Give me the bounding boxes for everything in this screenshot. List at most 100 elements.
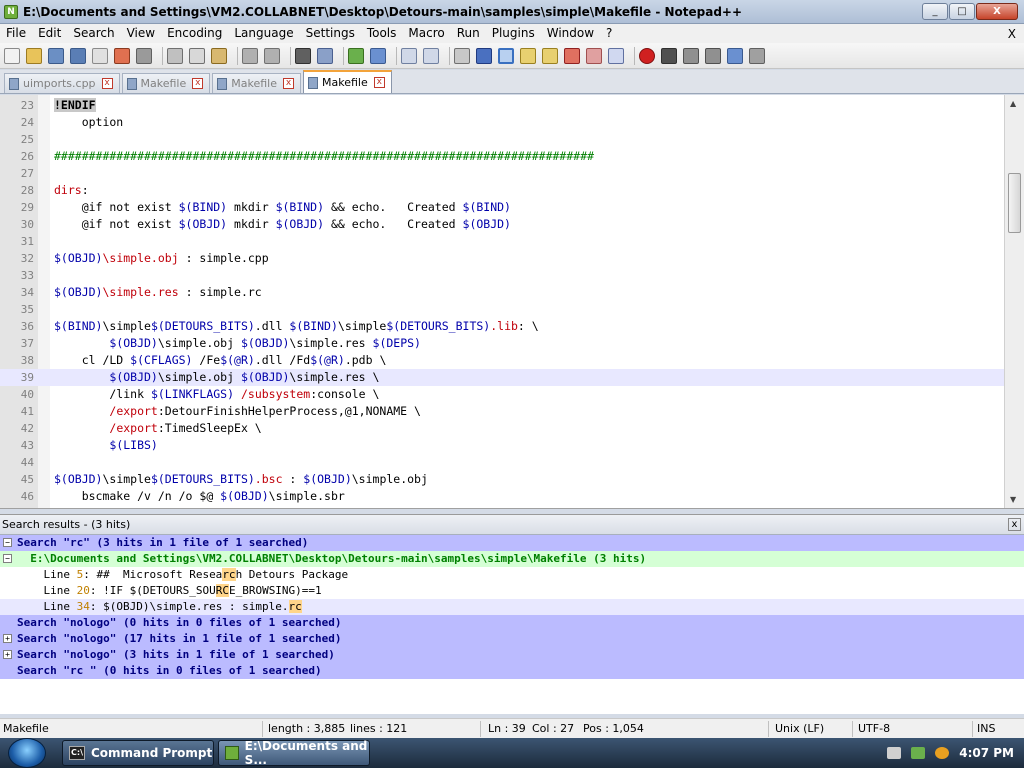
code-line[interactable]: 43 $(LIBS): [0, 437, 1004, 454]
collapse-icon[interactable]: −: [3, 538, 12, 547]
code-line[interactable]: 29 @if not exist $(BIND) mkdir $(BIND) &…: [0, 199, 1004, 216]
word-wrap-icon[interactable]: [454, 47, 470, 64]
clock[interactable]: 4:07 PM: [959, 746, 1014, 760]
menu-tools[interactable]: Tools: [361, 24, 403, 43]
paste-icon[interactable]: [211, 47, 227, 64]
tab-makefile-2[interactable]: Makefile x: [212, 73, 301, 93]
expand-icon[interactable]: +: [3, 650, 12, 659]
code-line[interactable]: 26 ######################################…: [0, 148, 1004, 165]
code-line[interactable]: 37 $(OBJD)\simple.obj $(OBJD)\simple.res…: [0, 335, 1004, 352]
vertical-scrollbar[interactable]: ▲ ▼: [1004, 95, 1024, 508]
code-line[interactable]: 30 @if not exist $(OBJD) mkdir $(OBJD) &…: [0, 216, 1004, 233]
code-line[interactable]: 31: [0, 233, 1004, 250]
code-line[interactable]: 24 option: [0, 114, 1004, 131]
sync-scroll-v-icon[interactable]: [401, 47, 417, 64]
code-line[interactable]: 41 /export:DetourFinishHelperProcess,@1,…: [0, 403, 1004, 420]
replace-icon[interactable]: [317, 47, 333, 64]
doc-map-icon[interactable]: [542, 47, 558, 64]
taskbar-command-prompt[interactable]: C:\ Command Prompt: [62, 740, 214, 766]
scroll-down-icon[interactable]: ▼: [1010, 495, 1016, 504]
code-editor[interactable]: 23 !ENDIF 24 option 25 26 ###################…: [0, 95, 1024, 509]
close-button[interactable]: X: [976, 3, 1018, 20]
zoom-in-icon[interactable]: [348, 47, 364, 64]
network-icon[interactable]: [911, 747, 926, 759]
close-file-icon[interactable]: [92, 47, 108, 64]
redo-icon[interactable]: [264, 47, 280, 64]
more-tools-icon[interactable]: [749, 47, 765, 64]
maximize-button[interactable]: □: [949, 3, 975, 20]
indent-guide-icon[interactable]: [498, 47, 514, 64]
monitoring-icon[interactable]: [608, 47, 624, 64]
folder-workspace-icon[interactable]: [586, 47, 602, 64]
function-list-icon[interactable]: [564, 47, 580, 64]
keyboard-icon[interactable]: [887, 747, 902, 759]
menu-file[interactable]: File: [0, 24, 32, 43]
code-line[interactable]: 46 bscmake /v /n /o $@ $(OBJD)\simple.sb…: [0, 488, 1004, 505]
collapse-icon[interactable]: −: [3, 554, 12, 563]
search-header-row[interactable]: Search "rc " (0 hits in 0 files of 1 sea…: [0, 663, 1024, 679]
code-line[interactable]: 36 $(BIND)\simple$(DETOURS_BITS).dll $(BI…: [0, 318, 1004, 335]
new-file-icon[interactable]: [4, 47, 20, 64]
close-document-button[interactable]: X: [1008, 27, 1016, 41]
tab-makefile-active[interactable]: Makefile x: [303, 70, 392, 93]
close-all-icon[interactable]: [114, 47, 130, 64]
save-macro-icon[interactable]: [727, 47, 743, 64]
search-hit-row[interactable]: Line 20: !IF $(DETOURS_SOURCE_BROWSING)=…: [0, 583, 1024, 599]
show-all-chars-icon[interactable]: [476, 47, 492, 64]
search-icon[interactable]: [935, 747, 950, 759]
close-tab-icon[interactable]: x: [101, 78, 113, 89]
run-macro-multiple-icon[interactable]: [705, 47, 721, 64]
search-header-row[interactable]: − Search "rc" (3 hits in 1 file of 1 sear…: [0, 535, 1024, 551]
tab-makefile-1[interactable]: Makefile x: [121, 73, 211, 93]
menu-view[interactable]: View: [121, 24, 161, 43]
code-line[interactable]: 25: [0, 131, 1004, 148]
code-line[interactable]: 42 /export:TimedSleepEx \: [0, 420, 1004, 437]
code-line[interactable]: 39 $(OBJD)\simple.obj $(OBJD)\simple.res…: [0, 369, 1004, 386]
start-button[interactable]: [8, 738, 46, 768]
menu-macro[interactable]: Macro: [402, 24, 450, 43]
menu-run[interactable]: Run: [451, 24, 486, 43]
code-line[interactable]: 38 cl /LD $(CFLAGS) /Fe$(@R).dll /Fd$(@R…: [0, 352, 1004, 369]
sync-scroll-h-icon[interactable]: [423, 47, 439, 64]
close-tab-icon[interactable]: x: [373, 77, 385, 88]
search-hit-row[interactable]: Line 5: ## Microsoft Research Detours Pa…: [0, 567, 1024, 583]
menu-search[interactable]: Search: [67, 24, 120, 43]
minimize-button[interactable]: _: [922, 3, 948, 20]
code-line[interactable]: 32 $(OBJD)\simple.obj : simple.cpp: [0, 250, 1004, 267]
search-header-row[interactable]: + Search "nologo" (17 hits in 1 file of 1…: [0, 631, 1024, 647]
menu-help[interactable]: ?: [600, 24, 618, 43]
copy-icon[interactable]: [189, 47, 205, 64]
save-icon[interactable]: [48, 47, 64, 64]
code-line[interactable]: 45 $(OBJD)\simple$(DETOURS_BITS).bsc : $(…: [0, 471, 1004, 488]
code-line[interactable]: 35: [0, 301, 1004, 318]
tab-uimports[interactable]: uimports.cpp x: [4, 73, 120, 93]
record-macro-icon[interactable]: [639, 47, 655, 64]
user-lang-icon[interactable]: [520, 47, 536, 64]
code-line[interactable]: 34 $(OBJD)\simple.res : simple.rc: [0, 284, 1004, 301]
cut-icon[interactable]: [167, 47, 183, 64]
code-line[interactable]: 27: [0, 165, 1004, 182]
print-icon[interactable]: [136, 47, 152, 64]
code-line[interactable]: 44: [0, 454, 1004, 471]
menu-settings[interactable]: Settings: [300, 24, 361, 43]
stop-macro-icon[interactable]: [661, 47, 677, 64]
code-line[interactable]: 33: [0, 267, 1004, 284]
zoom-out-icon[interactable]: [370, 47, 386, 64]
close-panel-icon[interactable]: x: [1008, 518, 1021, 531]
undo-icon[interactable]: [242, 47, 258, 64]
menu-plugins[interactable]: Plugins: [486, 24, 541, 43]
close-tab-icon[interactable]: x: [192, 78, 204, 89]
expand-icon[interactable]: +: [3, 634, 12, 643]
search-header-row[interactable]: + Search "nologo" (3 hits in 1 file of 1 …: [0, 647, 1024, 663]
close-tab-icon[interactable]: x: [283, 78, 294, 89]
save-all-icon[interactable]: [70, 47, 86, 64]
taskbar-notepadpp[interactable]: E:\Documents and S...: [218, 739, 370, 767]
menu-window[interactable]: Window: [541, 24, 600, 43]
menu-edit[interactable]: Edit: [32, 24, 67, 43]
play-macro-icon[interactable]: [683, 47, 699, 64]
scrollbar-thumb[interactable]: [1008, 173, 1021, 233]
menu-language[interactable]: Language: [228, 24, 299, 43]
code-line[interactable]: 28 dirs:: [0, 182, 1004, 199]
code-line[interactable]: 40 /link $(LINKFLAGS) /subsystem:console…: [0, 386, 1004, 403]
search-file-row[interactable]: − E:\Documents and Settings\VM2.COLLABNE…: [0, 551, 1024, 567]
